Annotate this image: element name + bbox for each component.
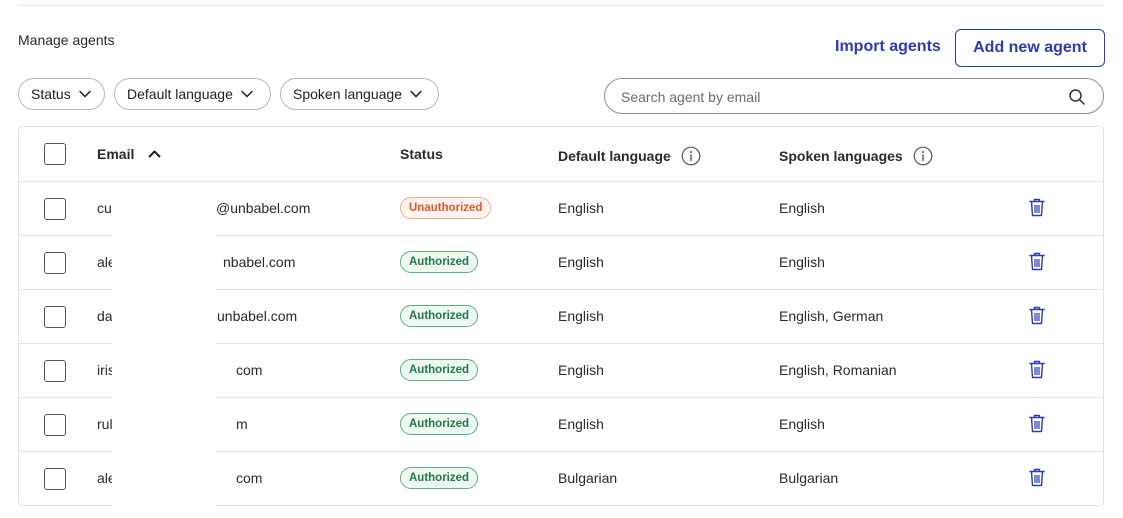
spoken-languages-cell: Bulgarian xyxy=(779,470,839,486)
trash-icon[interactable] xyxy=(1029,198,1045,217)
row-checkbox[interactable] xyxy=(44,198,66,220)
email-column-header[interactable]: Email xyxy=(97,146,161,162)
email-text-end: com xyxy=(236,362,263,378)
search-input[interactable] xyxy=(621,87,1061,107)
row-checkbox[interactable] xyxy=(44,360,66,382)
row-checkbox[interactable] xyxy=(44,414,66,436)
chevron-down-icon xyxy=(410,90,422,98)
row-checkbox[interactable] xyxy=(44,306,66,328)
spoken-languages-header-label: Spoken languages xyxy=(779,148,903,164)
default-language-cell: English xyxy=(558,362,604,378)
spoken-languages-cell: English, Romanian xyxy=(779,362,897,378)
email-text-start: cu xyxy=(97,200,112,216)
default-language-filter[interactable]: Default language xyxy=(114,78,271,110)
email-text-end: nbabel.com xyxy=(223,254,296,270)
chevron-up-icon[interactable] xyxy=(148,150,161,158)
trash-icon[interactable] xyxy=(1029,360,1045,379)
search-icon[interactable] xyxy=(1068,88,1086,111)
default-language-filter-label: Default language xyxy=(127,86,233,102)
spoken-languages-cell: English xyxy=(779,200,825,216)
default-language-cell: English xyxy=(558,416,604,432)
status-badge: Authorized xyxy=(400,413,479,435)
spoken-languages-cell: English, German xyxy=(779,308,884,324)
default-language-cell: English xyxy=(558,200,604,216)
status-badge: Unauthorized xyxy=(400,197,492,219)
row-checkbox[interactable] xyxy=(44,252,66,274)
chevron-down-icon xyxy=(78,90,91,98)
email-text-start: rul xyxy=(97,416,113,432)
spoken-languages-column-header: Spoken languages xyxy=(779,146,933,166)
email-header-label: Email xyxy=(97,146,135,162)
top-divider xyxy=(18,5,1104,6)
spoken-languages-cell: English xyxy=(779,416,825,432)
status-column-header: Status xyxy=(400,146,443,162)
redaction-overlay xyxy=(112,190,216,508)
import-agents-link[interactable]: Import agents xyxy=(835,38,941,56)
table-header: Email Status Default language Spoken lan… xyxy=(19,127,1103,182)
info-icon[interactable] xyxy=(913,146,933,166)
spoken-language-filter-label: Spoken language xyxy=(293,86,402,102)
default-language-cell: English xyxy=(558,254,604,270)
status-badge: Authorized xyxy=(400,251,479,273)
trash-icon[interactable] xyxy=(1029,414,1045,433)
email-text-end: m xyxy=(236,416,248,432)
email-text-end: @unbabel.com xyxy=(216,200,311,216)
search-box xyxy=(604,78,1104,114)
status-badge: Authorized xyxy=(400,359,479,381)
default-language-column-header: Default language xyxy=(558,146,701,166)
email-text-end: unbabel.com xyxy=(217,308,298,324)
spoken-languages-cell: English xyxy=(779,254,825,270)
default-language-cell: Bulgarian xyxy=(558,470,618,486)
chevron-down-icon xyxy=(241,90,253,98)
info-icon[interactable] xyxy=(681,146,701,166)
status-badge: Authorized xyxy=(400,467,479,489)
status-filter[interactable]: Status xyxy=(18,78,105,110)
spoken-language-filter[interactable]: Spoken language xyxy=(280,78,439,110)
status-filter-label: Status xyxy=(31,86,71,102)
add-new-agent-button[interactable]: Add new agent xyxy=(955,29,1105,67)
trash-icon[interactable] xyxy=(1029,252,1045,271)
trash-icon[interactable] xyxy=(1029,468,1045,487)
email-text-start: da xyxy=(97,308,113,324)
default-language-header-label: Default language xyxy=(558,148,671,164)
default-language-cell: English xyxy=(558,308,604,324)
email-text-end: com xyxy=(236,470,263,486)
row-checkbox[interactable] xyxy=(44,468,66,490)
status-badge: Authorized xyxy=(400,305,479,327)
page-title: Manage agents xyxy=(18,32,115,48)
trash-icon[interactable] xyxy=(1029,306,1045,325)
select-all-checkbox[interactable] xyxy=(44,143,66,165)
